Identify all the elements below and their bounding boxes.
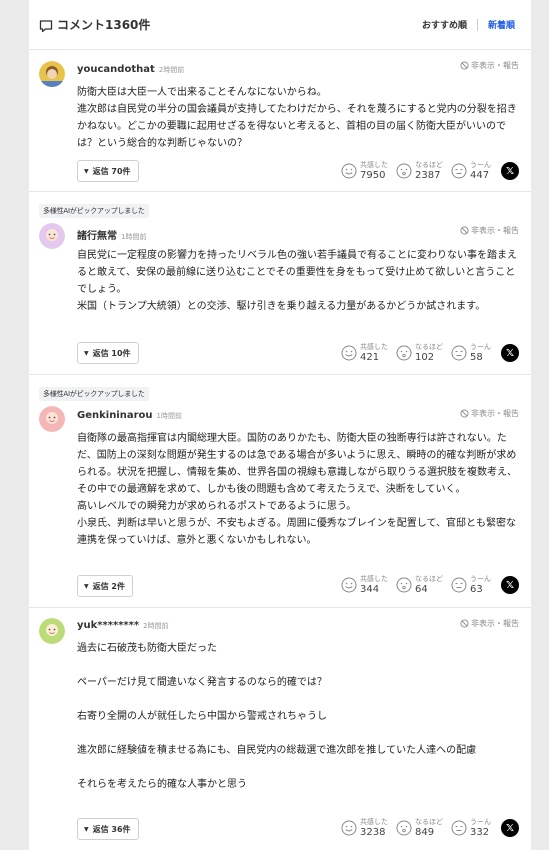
x-share-button[interactable]: 𝕏 <box>501 162 519 180</box>
hmm-count: 58 <box>470 352 483 363</box>
comment-item: youcandothat 2時間前 非表示・報告 防衛大臣は大臣一人で出来ることそ… <box>29 51 531 192</box>
comment-panel: コメント1360件 おすすめ順 新着順 youcandothat 2時間前 非表示… <box>29 0 531 850</box>
empathize-button[interactable]: 共感した 7950 <box>341 161 388 182</box>
empathize-button[interactable]: 共感した 344 <box>341 575 388 596</box>
hide-report-link[interactable]: 非表示・報告 <box>460 60 519 71</box>
hmm-button[interactable]: うーん 63 <box>451 575 491 596</box>
block-icon <box>460 61 469 70</box>
comment-header: コメント1360件 おすすめ順 新着順 <box>29 0 531 50</box>
empathize-count: 7950 <box>360 170 386 181</box>
comment-body: 自民党に一定程度の影響力を持ったリベラル色の強い若手議員で有ることに変わりない事… <box>77 250 517 312</box>
hide-report-link[interactable]: 非表示・報告 <box>460 408 519 419</box>
hmm-button[interactable]: うーん 58 <box>451 343 491 364</box>
reply-button[interactable]: ▼ 返信 70件 <box>77 160 139 182</box>
x-logo-icon: 𝕏 <box>505 822 515 834</box>
x-share-button[interactable]: 𝕏 <box>501 819 519 837</box>
hmm-face-icon <box>451 345 467 361</box>
light-face-icon <box>396 820 412 836</box>
hmm-face-icon <box>451 577 467 593</box>
avatar[interactable] <box>39 406 65 432</box>
reaction-bar: 共感した 421 なるほど 102 うーん 58 𝕏 <box>333 343 519 364</box>
sort-newest-tab[interactable]: 新着順 <box>488 18 515 31</box>
comment-time: 2時間前 <box>158 66 185 74</box>
avatar[interactable] <box>39 223 65 249</box>
light-face-icon <box>396 345 412 361</box>
comment-username[interactable]: 諸行無常 1時間前 <box>77 227 146 242</box>
comment-username[interactable]: Genkininarou 1時間前 <box>77 410 182 421</box>
triangle-down-icon: ▼ <box>84 167 89 175</box>
block-icon <box>460 226 469 235</box>
agree-count: 849 <box>415 827 435 838</box>
hmm-button[interactable]: うーん 332 <box>451 818 491 839</box>
empathize-button[interactable]: 共感した 421 <box>341 343 388 364</box>
empathize-count: 3238 <box>360 827 386 838</box>
x-logo-icon: 𝕏 <box>505 165 515 177</box>
comment-count-title: コメント1360件 <box>57 18 151 32</box>
agree-button[interactable]: なるほど 64 <box>396 575 443 596</box>
hmm-face-icon <box>451 163 467 179</box>
hmm-count: 332 <box>470 827 490 838</box>
smile-icon <box>341 163 357 179</box>
smile-icon <box>341 345 357 361</box>
smile-icon <box>341 820 357 836</box>
sort-options: おすすめ順 新着順 <box>422 18 515 31</box>
sort-divider <box>476 18 478 31</box>
triangle-down-icon: ▼ <box>84 825 89 833</box>
comment-item: 多様性AIがピックアップしました 諸行無常 1時間前 非表示・報告 自民党に一定程… <box>29 192 531 375</box>
agree-count: 64 <box>415 584 428 595</box>
x-logo-icon: 𝕏 <box>505 347 515 359</box>
reply-button[interactable]: ▼ 返信 2件 <box>77 575 133 597</box>
comment-username[interactable]: yuk******** 2時間前 <box>77 620 169 631</box>
reaction-bar: 共感した 344 なるほど 64 うーん 63 𝕏 <box>333 575 519 596</box>
agree-button[interactable]: なるほど 849 <box>396 818 443 839</box>
comment-body: 防衛大臣は大臣一人で出来ることそんなにないからね。 進次郎は自民党の半分の国会議… <box>77 87 517 149</box>
reply-button[interactable]: ▼ 返信 10件 <box>77 342 139 364</box>
hide-report-link[interactable]: 非表示・報告 <box>460 618 519 629</box>
light-face-icon <box>396 577 412 593</box>
block-icon <box>460 409 469 418</box>
light-face-icon <box>396 163 412 179</box>
comment-time: 1時間前 <box>156 412 182 420</box>
comment-item: 多様性AIがピックアップしました Genkininarou 1時間前 非表示・報告… <box>29 375 531 608</box>
agree-count: 2387 <box>415 170 441 181</box>
empathize-count: 421 <box>360 352 380 363</box>
hmm-face-icon <box>451 820 467 836</box>
block-icon <box>460 619 469 628</box>
hide-report-link[interactable]: 非表示・報告 <box>460 225 519 236</box>
smile-icon <box>341 577 357 593</box>
comment-time: 2時間前 <box>143 622 169 630</box>
sort-recommended-tab[interactable]: おすすめ順 <box>422 18 467 31</box>
ai-pickup-badge: 多様性AIがピックアップしました <box>39 387 149 401</box>
hmm-button[interactable]: うーん 447 <box>451 161 491 182</box>
comment-username[interactable]: youcandothat 2時間前 <box>77 64 184 75</box>
agree-button[interactable]: なるほど 2387 <box>396 161 443 182</box>
avatar[interactable] <box>39 618 65 644</box>
comment-body: 自衛隊の最高指揮官は内閣総理大臣。国防のありかたも、防衛大臣の独断専行は許されな… <box>77 433 517 546</box>
x-logo-icon: 𝕏 <box>505 579 515 591</box>
agree-count: 102 <box>415 352 435 363</box>
x-share-button[interactable]: 𝕏 <box>501 344 519 362</box>
ai-pickup-badge: 多様性AIがピックアップしました <box>39 204 149 218</box>
triangle-down-icon: ▼ <box>84 349 89 357</box>
triangle-down-icon: ▼ <box>84 582 89 590</box>
agree-button[interactable]: なるほど 102 <box>396 343 443 364</box>
comment-icon <box>39 19 53 32</box>
reaction-bar: 共感した 3238 なるほど 849 うーん 332 𝕏 <box>333 818 519 839</box>
hmm-count: 447 <box>470 170 490 181</box>
empathize-button[interactable]: 共感した 3238 <box>341 818 388 839</box>
comment-time: 1時間前 <box>121 233 147 241</box>
reply-button[interactable]: ▼ 返信 36件 <box>77 818 139 840</box>
avatar[interactable] <box>39 61 65 87</box>
comment-item: yuk******** 2時間前 非表示・報告 過去に石破茂も防衛大臣だった ペー… <box>29 608 531 850</box>
hmm-count: 63 <box>470 584 483 595</box>
comment-body: 過去に石破茂も防衛大臣だった ペーパーだけ見て間違いなく発言するのなら的確では？… <box>77 643 477 790</box>
empathize-count: 344 <box>360 584 380 595</box>
x-share-button[interactable]: 𝕏 <box>501 576 519 594</box>
reaction-bar: 共感した 7950 なるほど 2387 うーん 447 𝕏 <box>333 161 519 182</box>
